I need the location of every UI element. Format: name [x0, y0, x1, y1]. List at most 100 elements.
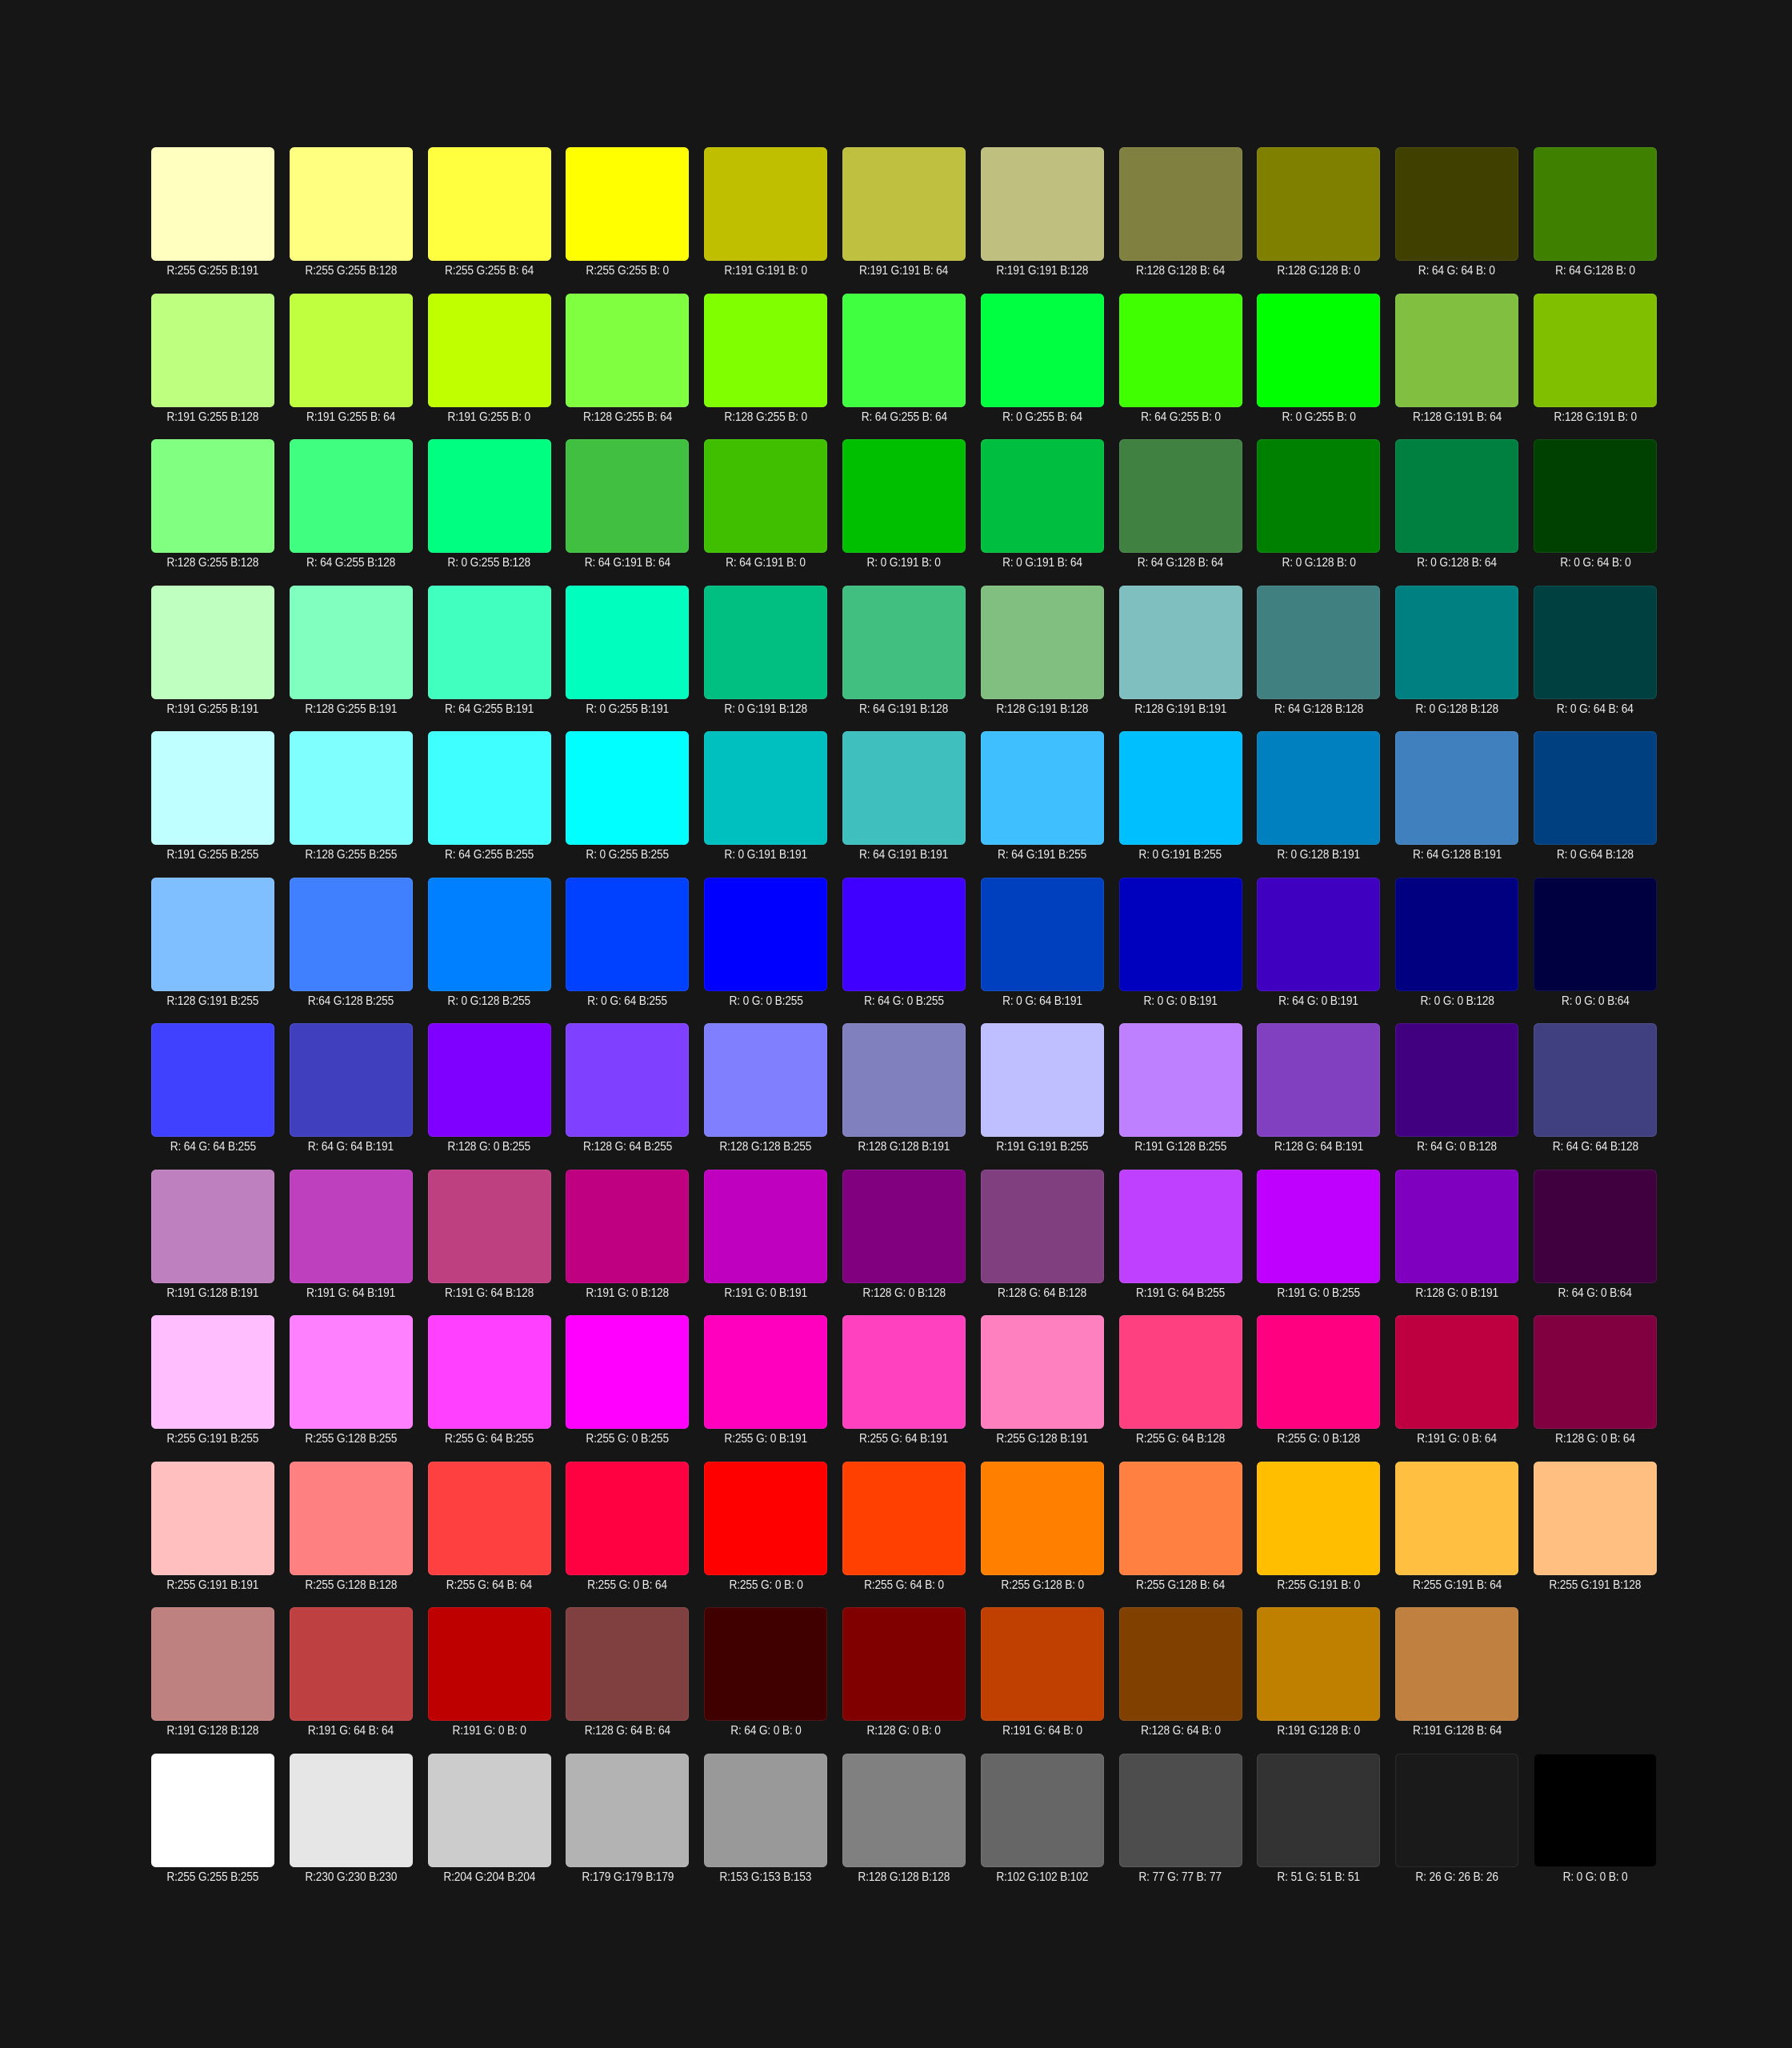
- swatch-cell: R:128 G:191 B:191: [1118, 585, 1243, 717]
- color-swatch: [1395, 439, 1519, 553]
- color-swatch: [1118, 293, 1242, 407]
- swatch-cell: R: 0 G: 0 B:191: [1118, 877, 1243, 1009]
- swatch-rgb-label: R: 0 G:191 B:191: [724, 848, 807, 862]
- swatch-rgb-label: R:255 G: 0 B:128: [1277, 1432, 1361, 1446]
- color-swatch: [704, 293, 828, 407]
- swatch-cell: R: 0 G: 0 B:255: [703, 877, 828, 1009]
- swatch-rgb-label: R:128 G: 0 B: 64: [1555, 1432, 1635, 1446]
- color-swatch: [1533, 147, 1657, 261]
- swatch-rgb-label: R:191 G:128 B:128: [166, 1724, 259, 1738]
- color-swatch: [151, 1169, 274, 1283]
- swatch-cell: R:128 G: 0 B:128: [842, 1169, 966, 1301]
- swatch-cell: R:191 G:255 B: 64: [289, 293, 414, 425]
- swatch-rgb-label: R:128 G: 64 B:128: [998, 1286, 1087, 1300]
- swatch-cell: R:191 G:191 B:128: [980, 147, 1105, 278]
- swatch-rgb-label: R: 64 G:128 B:128: [1274, 702, 1363, 716]
- color-swatch: [151, 877, 274, 991]
- swatch-rgb-label: R: 0 G:255 B:255: [586, 848, 670, 862]
- swatch-cell: R:255 G:255 B: 64: [427, 147, 552, 278]
- color-swatch: [566, 585, 690, 699]
- swatch-rgb-label: R: 64 G: 64 B:255: [170, 1140, 256, 1154]
- swatch-rgb-label: R: 0 G: 0 B: 0: [1562, 1870, 1628, 1884]
- color-swatch: [842, 585, 966, 699]
- color-swatch: [842, 1023, 966, 1137]
- swatch-rgb-label: R: 0 G:255 B:191: [586, 702, 670, 716]
- swatch-rgb-label: R:128 G:128 B: 0: [1277, 264, 1361, 278]
- swatch-rgb-label: R:255 G: 64 B: 64: [446, 1578, 533, 1592]
- swatch-cell: R: 0 G: 0 B:64: [1533, 877, 1658, 1009]
- color-swatch: [1533, 1461, 1657, 1575]
- swatch-cell: R: 64 G: 64 B:128: [1533, 1023, 1658, 1154]
- swatch-cell: R: 64 G: 0 B:128: [1394, 1023, 1519, 1154]
- color-swatch: [289, 1607, 413, 1721]
- swatch-rgb-label: R: 0 G: 64 B: 64: [1557, 702, 1634, 716]
- swatch-rgb-label: R:128 G: 0 B:128: [862, 1286, 946, 1300]
- color-swatch: [566, 1753, 690, 1867]
- swatch-cell: R: 0 G:191 B: 64: [980, 439, 1105, 570]
- swatch-cell: R:153 G:153 B:153: [703, 1753, 828, 1885]
- color-swatch: [566, 731, 690, 845]
- color-swatch: [427, 439, 551, 553]
- swatch-cell: R: 0 G: 64 B:191: [980, 877, 1105, 1009]
- swatch-cell: R: 0 G:191 B:191: [703, 731, 828, 862]
- swatch-cell: R:128 G:255 B:128: [150, 439, 275, 570]
- swatch-cell: [1533, 1607, 1658, 1738]
- color-swatch: [566, 1169, 690, 1283]
- swatch-rgb-label: R:191 G:255 B:255: [166, 848, 259, 862]
- swatch-cell: R:230 G:230 B:230: [289, 1753, 414, 1885]
- swatch-rgb-label: R:128 G:191 B:128: [996, 702, 1089, 716]
- color-swatch: [704, 439, 828, 553]
- swatch-rgb-label: R:255 G: 0 B: 64: [587, 1578, 668, 1592]
- color-swatch: [427, 147, 551, 261]
- color-swatch: [704, 877, 828, 991]
- swatch-rgb-label: R:191 G:255 B:128: [166, 410, 259, 424]
- color-swatch: [566, 1315, 690, 1429]
- swatch-cell: R:191 G: 0 B: 64: [1394, 1315, 1519, 1446]
- swatch-cell: R:255 G: 0 B: 0: [703, 1461, 828, 1593]
- color-swatch: [566, 293, 690, 407]
- color-swatch: [842, 1315, 966, 1429]
- color-swatch: [151, 1607, 274, 1721]
- swatch-cell: R:191 G: 0 B: 0: [427, 1607, 552, 1738]
- color-swatch: [1395, 1315, 1519, 1429]
- swatch-cell: R:128 G: 0 B:191: [1394, 1169, 1519, 1301]
- swatch-rgb-label: R:128 G:255 B:128: [166, 556, 259, 570]
- color-swatch: [427, 1023, 551, 1137]
- color-swatch: [1257, 439, 1381, 553]
- color-swatch: [842, 293, 966, 407]
- swatch-rgb-label: R:191 G: 64 B: 0: [1002, 1724, 1082, 1738]
- swatch-rgb-label: R: 64 G:128 B: 64: [1137, 556, 1224, 570]
- swatch-rgb-label: R:255 G:191 B:128: [1549, 1578, 1642, 1592]
- swatch-rgb-label: R: 51 G: 51 B: 51: [1277, 1870, 1361, 1884]
- color-swatch: [566, 1461, 690, 1575]
- color-swatch-chart: R:255 G:255 B:191 R:255 G:255 B:128 R:255 …: [150, 147, 1658, 1898]
- swatch-cell: R:191 G: 0 B:191: [703, 1169, 828, 1301]
- swatch-cell: R:255 G:128 B: 0: [980, 1461, 1105, 1593]
- swatch-cell: R:255 G:255 B: 0: [565, 147, 690, 278]
- color-swatch: [1533, 293, 1657, 407]
- swatch-rgb-label: R: 64 G:255 B:128: [306, 556, 396, 570]
- color-swatch: [1395, 1461, 1519, 1575]
- swatch-cell: R: 0 G:128 B:128: [1394, 585, 1519, 717]
- swatch-cell: R:255 G:191 B: 64: [1394, 1461, 1519, 1593]
- swatch-rgb-label: R:102 G:102 B:102: [996, 1870, 1089, 1884]
- swatch-cell: R: 64 G:255 B:255: [427, 731, 552, 862]
- swatch-rgb-label: R:191 G:255 B: 0: [447, 410, 531, 424]
- color-swatch: [1118, 1169, 1242, 1283]
- swatch-cell: R: 0 G:255 B:128: [427, 439, 552, 570]
- swatch-cell: R:191 G: 0 B:128: [565, 1169, 690, 1301]
- swatch-rgb-label: R:128 G:128 B:128: [858, 1870, 950, 1884]
- swatch-cell: R: 0 G: 64 B:255: [565, 877, 690, 1009]
- swatch-cell: R: 0 G:255 B:191: [565, 585, 690, 717]
- swatch-cell: R: 64 G:191 B: 64: [565, 439, 690, 570]
- swatch-cell: R: 64 G:128 B:191: [1394, 731, 1519, 862]
- color-swatch: [842, 439, 966, 553]
- color-swatch: [151, 1023, 274, 1137]
- color-swatch: [566, 877, 690, 991]
- swatch-cell: R: 0 G: 64 B: 64: [1533, 585, 1658, 717]
- swatch-cell: R:128 G: 64 B: 0: [1118, 1607, 1243, 1738]
- color-swatch: [151, 293, 274, 407]
- color-swatch: [1118, 731, 1242, 845]
- color-swatch: [1533, 439, 1657, 553]
- swatch-rgb-label: R: 64 G:191 B: 64: [584, 556, 671, 570]
